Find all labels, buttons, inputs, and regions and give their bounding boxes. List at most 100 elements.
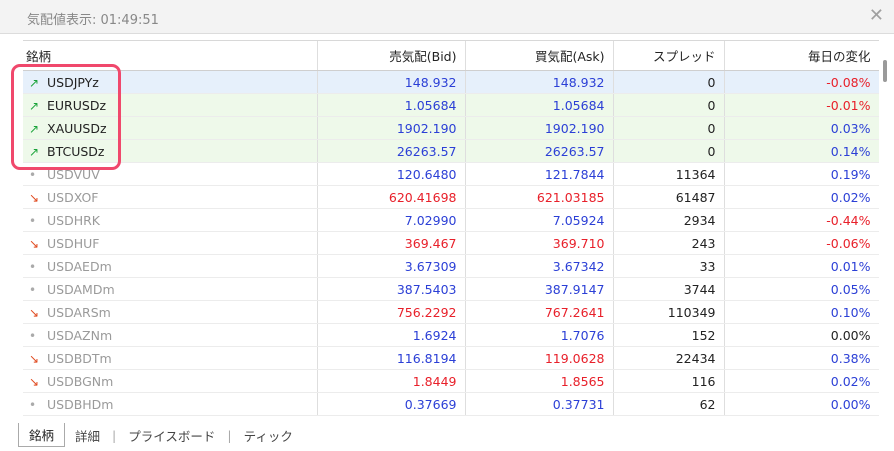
table-row[interactable]: ↗ EURUSDz 1.05684 1.05684 0 -0.01% [23,93,879,117]
bid-cell: 148.932 [317,70,466,94]
dot-icon: • [29,167,37,182]
bid-cell: 369.467 [317,231,466,255]
scrollbar-thumb[interactable] [883,60,887,82]
symbol-name: BTCUSDz [47,143,105,159]
symbol-name: USDHUF [47,235,100,251]
table-row[interactable]: ↘ USDBGNm 1.8449 1.8565 116 0.02% [23,369,879,393]
daily-change-cell: 0.00% [724,392,879,416]
column-header-bid[interactable]: 売気配(Bid) [317,41,466,71]
symbol-cell[interactable]: ↘ USDBDTm [23,346,318,370]
symbol-cell[interactable]: ↗ BTCUSDz [23,139,318,163]
tab-price-board[interactable]: プライスボード [118,424,225,447]
bid-cell: 1.8449 [317,369,466,393]
spread-cell: 11364 [613,162,725,186]
symbol-cell[interactable]: ↗ EURUSDz [23,93,318,117]
ask-cell: 387.9147 [465,277,614,301]
symbol-name: USDBDTm [47,350,112,366]
symbol-cell[interactable]: ↗ XAUUSDz [23,116,318,140]
table-row[interactable]: ↘ USDHUF 369.467 369.710 243 -0.06% [23,231,879,255]
daily-change-cell: -0.08% [724,70,879,94]
close-icon[interactable]: ✕ [869,5,884,26]
table-row[interactable]: ↘ USDARSm 756.2292 767.2641 110349 0.10% [23,300,879,324]
symbol-cell[interactable]: • USDAEDm [23,254,318,278]
tab-separator: | [112,427,117,443]
daily-change-cell: 0.02% [724,369,879,393]
trend-down-icon: ↘ [29,190,40,205]
symbol-cell[interactable]: • USDVUV [23,162,318,186]
ask-cell: 3.67342 [465,254,614,278]
daily-change-cell: -0.06% [724,231,879,255]
market-watch-panel: 銘柄 売気配(Bid) 買気配(Ask) スプレッド 毎日の変化 ↗ USDJPY… [23,40,879,424]
table-row[interactable]: • USDHRK 7.02990 7.05924 2934 -0.44% [23,208,879,232]
symbol-cell[interactable]: • USDAMDm [23,277,318,301]
dot-icon: • [29,328,37,343]
spread-cell: 61487 [613,185,725,209]
table-row[interactable]: • USDAZNm 1.6924 1.7076 152 0.00% [23,323,879,347]
symbol-name: USDXOF [47,189,99,205]
spread-cell: 0 [613,93,725,117]
bid-cell: 1902.190 [317,116,466,140]
ask-cell: 1.8565 [465,369,614,393]
spread-cell: 22434 [613,346,725,370]
symbol-cell[interactable]: • USDBHDm [23,392,318,416]
spread-cell: 3744 [613,277,725,301]
ask-cell: 148.932 [465,70,614,94]
daily-change-cell: -0.01% [724,93,879,117]
column-header-spread[interactable]: スプレッド [613,41,725,71]
window-title: 気配値表示: 01:49:51 [27,13,159,28]
table-row[interactable]: ↗ XAUUSDz 1902.190 1902.190 0 0.03% [23,116,879,140]
tab-details[interactable]: 詳細 [65,424,110,447]
vertical-scrollbar[interactable] [879,40,894,423]
spread-cell: 0 [613,139,725,163]
daily-change-cell: 0.00% [724,323,879,347]
ask-cell: 621.03185 [465,185,614,209]
symbol-name: USDVUV [47,166,100,182]
symbol-cell[interactable]: • USDHRK [23,208,318,232]
table-row[interactable]: • USDAMDm 387.5403 387.9147 3744 0.05% [23,277,879,301]
trend-up-icon: ↗ [29,121,40,136]
trend-up-icon: ↗ [29,98,40,113]
spread-cell: 116 [613,369,725,393]
ask-cell: 1.7076 [465,323,614,347]
table-row[interactable]: • USDAEDm 3.67309 3.67342 33 0.01% [23,254,879,278]
tab-separator: | [227,427,232,443]
table-row[interactable]: • USDBHDm 0.37669 0.37731 62 0.00% [23,392,879,416]
spread-cell: 243 [613,231,725,255]
symbol-cell[interactable]: ↘ USDHUF [23,231,318,255]
symbol-cell[interactable]: • USDAZNm [23,323,318,347]
trend-up-icon: ↗ [29,75,40,90]
daily-change-cell: -0.44% [724,208,879,232]
column-header-ask[interactable]: 買気配(Ask) [465,41,614,71]
symbol-cell[interactable]: ↘ USDXOF [23,185,318,209]
dot-icon: • [29,397,37,412]
spread-cell: 2934 [613,208,725,232]
bid-cell: 1.6924 [317,323,466,347]
column-header-daily-change[interactable]: 毎日の変化 [724,41,879,71]
bid-cell: 116.8194 [317,346,466,370]
ask-cell: 26263.57 [465,139,614,163]
symbol-name: USDJPYz [47,74,99,90]
bid-cell: 120.6480 [317,162,466,186]
bid-cell: 620.41698 [317,185,466,209]
daily-change-cell: 0.14% [724,139,879,163]
column-header-symbol[interactable]: 銘柄 [23,41,318,71]
spread-cell: 152 [613,323,725,347]
table-row[interactable]: ↗ USDJPYz 148.932 148.932 0 -0.08% [23,70,879,94]
symbol-name: USDAMDm [47,281,115,297]
symbol-cell[interactable]: ↗ USDJPYz [23,70,318,94]
symbol-cell[interactable]: ↘ USDBGNm [23,369,318,393]
table-row[interactable]: ↘ USDXOF 620.41698 621.03185 61487 0.02% [23,185,879,209]
spread-cell: 110349 [613,300,725,324]
table-row[interactable]: • USDVUV 120.6480 121.7844 11364 0.19% [23,162,879,186]
ask-cell: 1.05684 [465,93,614,117]
trend-up-icon: ↗ [29,144,40,159]
table-row[interactable]: ↘ USDBDTm 116.8194 119.0628 22434 0.38% [23,346,879,370]
symbol-cell[interactable]: ↘ USDARSm [23,300,318,324]
tab-ticks[interactable]: ティック [234,424,303,447]
tab-symbols[interactable]: 銘柄 [18,423,66,447]
trend-down-icon: ↘ [29,374,40,389]
table-row[interactable]: ↗ BTCUSDz 26263.57 26263.57 0 0.14% [23,139,879,163]
daily-change-cell: 0.19% [724,162,879,186]
bid-cell: 387.5403 [317,277,466,301]
title-bar: 気配値表示: 01:49:51 ✕ [0,0,894,34]
